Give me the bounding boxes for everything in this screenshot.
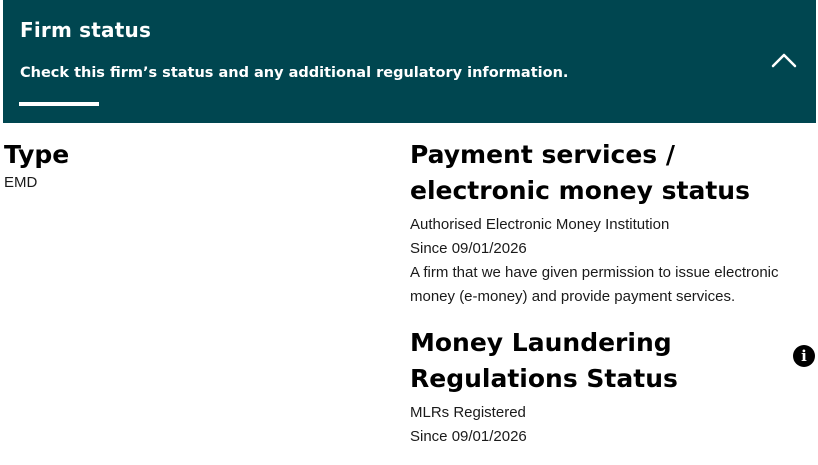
status-column: Payment services / electronic money stat… [410,137,816,465]
payment-services-section: Payment services / electronic money stat… [410,137,816,309]
banner-subtitle: Check this firm’s status and any additio… [20,65,569,81]
mlr-heading: Money Laundering Regulations Status [410,328,678,393]
mlr-status-value: MLRs Registered [410,404,526,421]
payment-services-heading: Payment services / electronic money stat… [410,140,750,205]
payment-status-value: Authorised Electronic Money Institution [410,216,670,233]
payment-status-description: A firm that we have given permission to … [410,264,779,305]
type-section: Type EMD [4,137,384,193]
type-heading: Type [4,140,70,169]
info-icon[interactable]: i [793,345,815,367]
mlr-section: Money Laundering Regulations Status MLRs… [410,325,816,449]
collapse-button[interactable] [767,46,801,74]
payment-status-since: Since 09/01/2026 [410,240,527,257]
chevron-up-icon [771,53,797,68]
mlr-status-since: Since 09/01/2026 [410,428,527,445]
type-value: EMD [4,174,38,191]
banner-underline [19,102,99,106]
banner-title: Firm status [20,18,152,42]
firm-status-banner: Firm status Check this firm’s status and… [3,0,816,123]
